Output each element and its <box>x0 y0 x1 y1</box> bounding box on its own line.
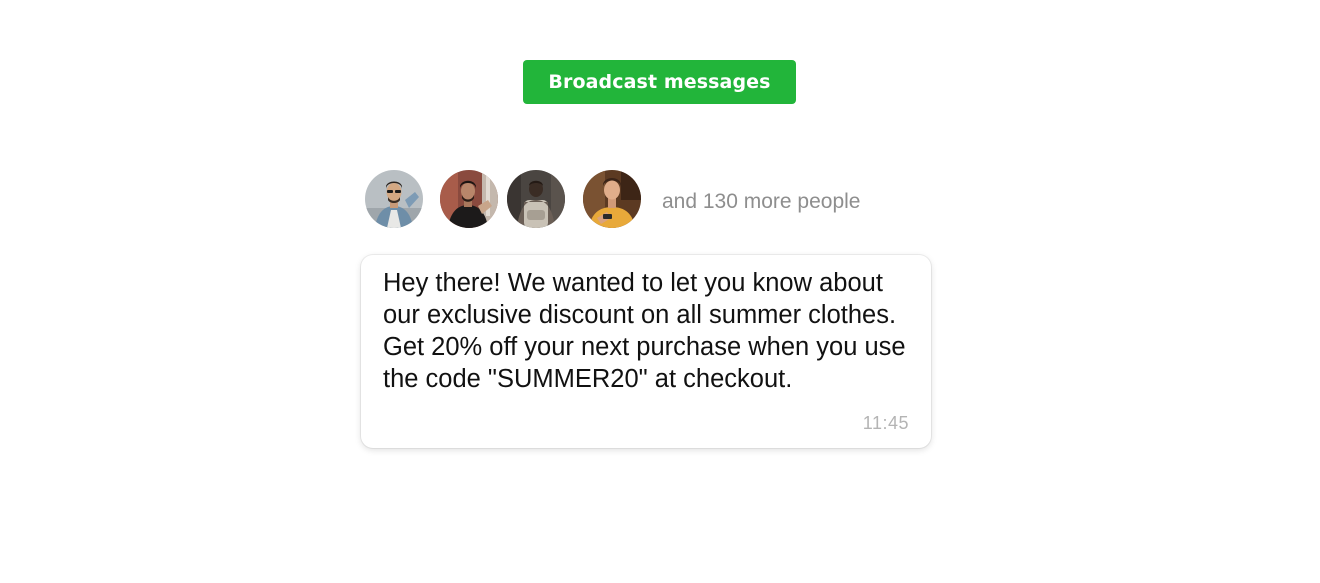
person-avatar-icon <box>583 170 641 228</box>
person-avatar-icon <box>507 170 565 228</box>
avatar-person-yellow-shirt[interactable] <box>583 170 641 228</box>
person-avatar-icon <box>440 170 498 228</box>
avatar-person-backpack[interactable] <box>507 170 565 228</box>
message-bubble: Hey there! We wanted to let you know abo… <box>361 255 931 448</box>
more-recipients-text: and 130 more people <box>662 190 861 213</box>
person-avatar-icon <box>365 170 423 228</box>
message-text: Hey there! We wanted to let you know abo… <box>383 269 906 393</box>
broadcast-messages-button[interactable]: Broadcast messages <box>523 60 796 104</box>
avatar-person-denim-jacket[interactable] <box>365 170 423 228</box>
avatar-person-dark-shirt[interactable] <box>440 170 498 228</box>
message-timestamp: 11:45 <box>862 413 909 433</box>
